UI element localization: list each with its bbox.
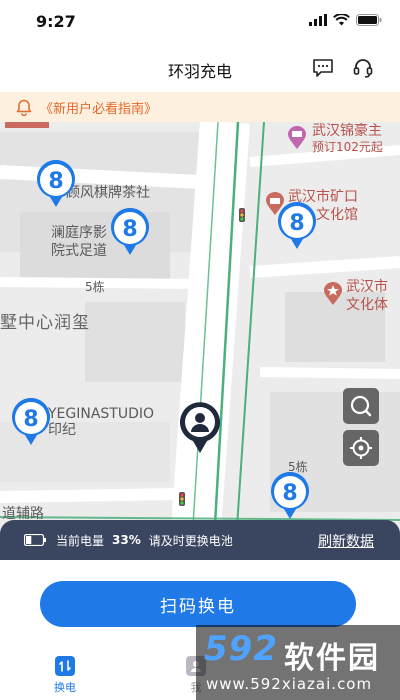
station-pin-icon: 8 [111, 207, 149, 255]
status-icons [309, 14, 382, 26]
swap-station-marker[interactable]: 8 [11, 397, 51, 446]
swap-tab-icon [55, 656, 75, 676]
signal-icon [309, 14, 327, 26]
map-label: 顾风棋牌茶社 [66, 185, 150, 201]
app-header: 环羽充电 [0, 44, 400, 92]
page-title: 环羽充电 [167, 62, 232, 81]
station-pin-icon: 8 [12, 397, 50, 445]
svg-text:8: 8 [122, 217, 137, 242]
svg-text:8: 8 [282, 481, 297, 506]
watermark-brand: 软件园 [284, 641, 380, 676]
map-label: 文化体 [346, 297, 388, 313]
map-label: 5栋 [85, 280, 105, 294]
map-label: 预订102元起 [312, 140, 383, 154]
map-label: 文化馆 [316, 207, 358, 223]
message-button[interactable] [310, 56, 336, 80]
map-label: 墅中心润玺 [0, 313, 90, 333]
guide-notice[interactable]: 《新用户必看指南》 [0, 92, 400, 122]
message-icon [313, 59, 333, 77]
culture-pin-icon [324, 282, 342, 305]
battery-level-icon [24, 534, 46, 546]
tab-swap[interactable]: 换电 [54, 656, 76, 695]
swap-station-marker[interactable]: 8 [36, 159, 76, 208]
customer-service-button[interactable] [350, 56, 376, 80]
map-label: 印纪 [48, 422, 76, 438]
station-pin-icon: 8 [278, 201, 316, 249]
svg-text:8: 8 [23, 407, 38, 432]
site-watermark: 592 软件园 www.592xiazai.com [196, 625, 400, 700]
swap-station-marker[interactable]: 8 [110, 207, 150, 256]
map-label: 澜庭序影 [51, 225, 107, 241]
search-icon [350, 395, 372, 417]
hotel-pin-icon [288, 126, 306, 149]
battery-hint: 请及时更换电池 [148, 533, 233, 548]
station-pin-icon: 8 [271, 471, 309, 519]
map-label: 武汉市 [346, 279, 388, 295]
battery-status-bar: 当前电量 33% 请及时更换电池 刷新数据 [0, 520, 400, 560]
refresh-data-link[interactable]: 刷新数据 [318, 531, 374, 551]
station-pin-icon: 8 [37, 159, 75, 207]
swap-station-marker[interactable]: 8 [277, 201, 317, 250]
guide-notice-text: 《新用户必看指南》 [40, 101, 158, 117]
user-location-icon [180, 402, 220, 453]
status-time: 9:27 [36, 12, 76, 31]
headset-icon [353, 59, 373, 78]
battery-percent: 33% [112, 533, 141, 547]
wifi-icon [333, 14, 350, 26]
crosshair-icon [350, 437, 372, 459]
swap-station-marker[interactable]: 8 [270, 471, 310, 520]
locate-me-button[interactable] [343, 430, 379, 466]
map-label: 院式足道 [51, 243, 107, 259]
map-search-button[interactable] [343, 388, 379, 424]
scan-swap-button[interactable]: 扫码换电 [40, 581, 356, 627]
battery-status-icon [356, 14, 382, 26]
svg-text:8: 8 [289, 211, 304, 236]
battery-label: 当前电量 [56, 533, 105, 548]
watermark-url: www.592xiazai.com [206, 675, 373, 693]
watermark-logo: 592 [204, 629, 278, 669]
map-view[interactable]: 顾风棋牌茶社 澜庭序影 院式足道 5栋 墅中心润玺 YEGINASTUDIO 印… [0, 122, 400, 542]
tab-swap-label: 换电 [54, 681, 76, 694]
app-screen: 9:27 环羽充电 《新用户必看指南》 顾风棋牌茶社 澜庭序影 院式足道 5栋 … [0, 0, 400, 700]
svg-text:8: 8 [48, 169, 63, 194]
status-bar: 9:27 [0, 0, 400, 44]
bell-icon [16, 99, 32, 116]
